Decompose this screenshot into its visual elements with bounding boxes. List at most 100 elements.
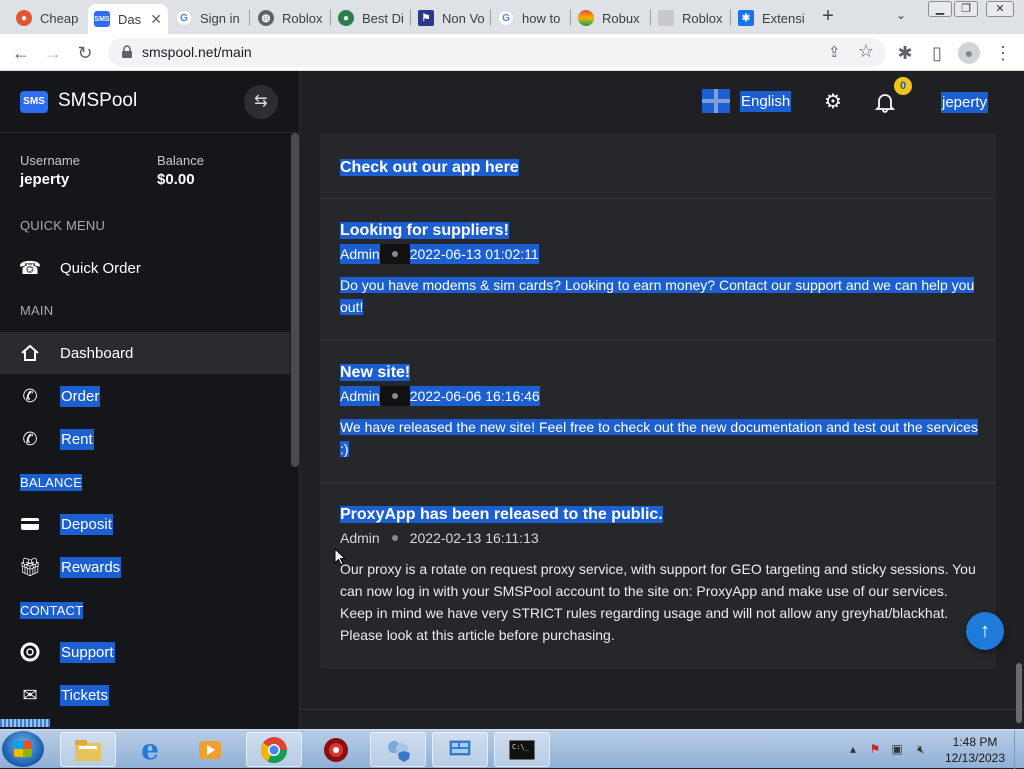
announcement-link[interactable]: Check out our app here [340, 159, 519, 176]
browser-tab[interactable]: ◍ Roblox [252, 4, 330, 32]
balance-block: Balance $0.00 [157, 153, 204, 188]
tab-title: Roblox [682, 10, 723, 26]
lock-icon [122, 45, 132, 58]
kebab-menu-icon[interactable]: ⋮ [992, 42, 1014, 64]
control-panel-icon[interactable] [432, 732, 488, 767]
browser-tab[interactable]: Robux [572, 4, 650, 32]
rainbow-icon [578, 10, 594, 26]
page-icon [658, 10, 674, 26]
sidebar-scrollbar[interactable] [291, 133, 299, 467]
browser-tab[interactable]: ✱ Extensi [732, 4, 810, 32]
browser-tab-active[interactable]: SMS Das ✕ [88, 4, 168, 34]
address-bar[interactable]: smspool.net/main ⇪ ☆ [108, 38, 886, 67]
username-block: Username jeperty [20, 153, 80, 188]
file-explorer-icon[interactable] [60, 732, 116, 767]
page-scrollbar[interactable] [1016, 663, 1022, 723]
announcement-date: 2022-02-13 16:11:13 [409, 530, 539, 546]
browser-tab[interactable]: ● Best Di [332, 4, 410, 32]
reload-icon[interactable]: ↻ [74, 42, 96, 64]
phone-clock-icon: ✆ [22, 428, 38, 449]
tab-title: Das [118, 11, 142, 27]
clock-time: 1:48 PM [952, 735, 998, 749]
media-player-icon[interactable] [182, 732, 238, 767]
profile-avatar-icon[interactable]: ● [958, 42, 980, 64]
command-prompt-icon[interactable]: C:\_ [494, 732, 550, 767]
announcement-meta: Admin 2022-02-13 16:11:13 [340, 528, 980, 548]
browser-tab[interactable]: G Sign in [170, 4, 248, 32]
sidebar-item-label: Support [60, 641, 115, 663]
user-menu-button[interactable]: jeperty [941, 92, 989, 113]
divider [320, 198, 996, 199]
tab-title: Cheap [40, 10, 79, 26]
volume-muted-icon[interactable]: 🔇︎ [914, 742, 928, 756]
sidebar-item-label: Tickets [60, 684, 109, 706]
google-icon: G [498, 10, 514, 26]
announcement-date: 2022-06-06 16:16:46 [409, 388, 540, 404]
gear-icon[interactable]: ⚙ [822, 91, 844, 113]
share-icon[interactable]: ⇪ [828, 43, 846, 61]
lifebuoy-icon [20, 642, 40, 662]
sidebar-item-label: Order [60, 385, 101, 407]
sidebar-item-dashboard[interactable]: Dashboard [0, 332, 290, 374]
sidebar-item-deposit[interactable]: Deposit [0, 503, 290, 545]
tab-search-chevron-icon[interactable]: ⌄ [896, 8, 906, 22]
sidebar-item-support[interactable]: Support [0, 631, 290, 673]
network-icon[interactable]: ▣ [890, 742, 904, 756]
smspool-page: SMS SMSPool ⇆ Username jeperty Balance $… [0, 71, 1024, 729]
browser-tab[interactable]: ⚑ Non Vo [412, 4, 490, 32]
footer-divider [300, 709, 1024, 710]
minimize-window-button[interactable]: ▁ [928, 1, 952, 17]
sidebar-item-rent[interactable]: ✆ Rent [0, 418, 290, 460]
sidebar-toggle-arrows-icon[interactable]: ⇆ [244, 85, 278, 119]
url-text: smspool.net/main [142, 44, 252, 60]
forward-arrow-icon[interactable]: → [42, 42, 64, 64]
brand-name[interactable]: SMSPool [58, 90, 137, 112]
phone-plus-icon: ✆ [22, 385, 38, 406]
browser-tab[interactable]: G how to [492, 4, 570, 32]
close-tab-icon[interactable]: ✕ [144, 11, 162, 28]
internet-explorer-icon[interactable]: e [122, 732, 178, 767]
tab-title: Sign in [200, 10, 240, 26]
side-panel-icon[interactable]: ▯ [926, 42, 948, 64]
divider [320, 340, 996, 341]
sidebar-item-label: Rent [60, 428, 94, 450]
new-tab-button[interactable]: + [818, 6, 838, 26]
scroll-to-top-arrow-icon[interactable]: ↑ [966, 612, 1004, 650]
site-icon: ● [338, 10, 354, 26]
system-clock[interactable]: 1:48 PM 12/13/2023 [940, 734, 1010, 766]
chrome-icon[interactable] [246, 732, 302, 767]
show-desktop-button[interactable] [1014, 730, 1024, 769]
svg-text:C:\_: C:\_ [512, 743, 530, 751]
browser-toolbar: ← → ↻ smspool.net/main ⇪ ☆ ✱ ▯ ● ⋮ [0, 34, 1024, 71]
section-quick-menu: QUICK MENU [20, 218, 106, 233]
sidebar-item-rewards[interactable]: 🎁︎ Rewards [0, 546, 290, 588]
separator-dot [391, 251, 398, 257]
reddit-icon: ● [16, 10, 32, 26]
restore-window-button[interactable]: ❐ [954, 1, 978, 17]
language-selector[interactable]: English [702, 89, 792, 113]
close-window-button[interactable]: ✕ [986, 1, 1014, 17]
extensions-puzzle-icon[interactable]: ✱ [894, 42, 916, 64]
uk-flag-icon [702, 89, 730, 113]
bookmark-star-icon[interactable]: ☆ [858, 41, 874, 62]
bell-icon[interactable] [874, 91, 896, 113]
browser-tab[interactable]: Roblox [652, 4, 730, 32]
action-center-flag-icon[interactable]: ⚑ [868, 742, 882, 756]
announcement-body: Do you have modems & sim cards? Looking … [340, 277, 975, 315]
smspool-logo[interactable]: SMS [20, 91, 48, 113]
back-arrow-icon[interactable]: ← [10, 42, 32, 64]
tray-expand-chevron-icon[interactable]: ▴ [846, 742, 860, 756]
browser-tab[interactable]: ● Cheap [10, 4, 88, 32]
app-red-swirl-icon[interactable] [308, 732, 364, 767]
sidebar-item-order[interactable]: ✆ Order [0, 375, 290, 417]
announcement-item: Check out our app here [340, 157, 980, 179]
start-button[interactable] [2, 731, 44, 767]
sidebar-item-label: Rewards [60, 556, 122, 578]
clock-date: 12/13/2023 [944, 751, 1006, 765]
security-shield-icon[interactable] [370, 732, 426, 767]
sidebar-item-quick-order[interactable]: ☎ Quick Order [0, 247, 290, 289]
home-icon [20, 343, 40, 363]
sidebar-item-tickets[interactable]: ✉ Tickets [0, 674, 290, 716]
section-main: MAIN [20, 303, 54, 318]
tab-title: Roblox [282, 10, 323, 26]
